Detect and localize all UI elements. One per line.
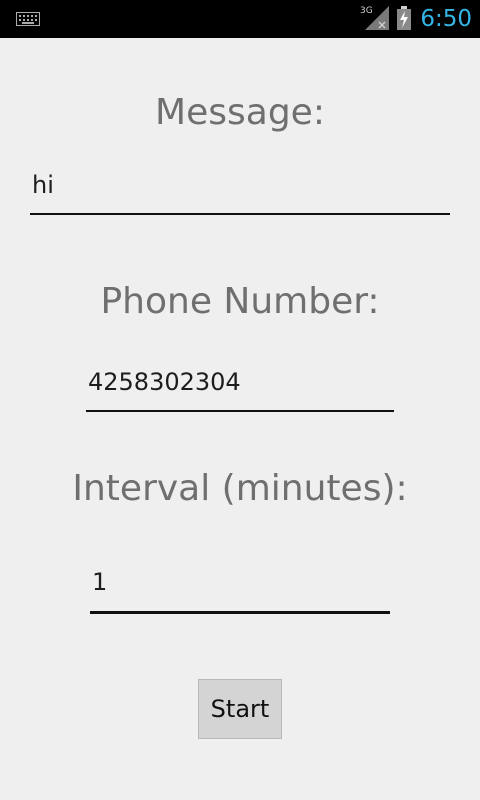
- phone-number-label: Phone Number:: [100, 281, 380, 322]
- battery-icon: [397, 6, 411, 30]
- signal-icon: [365, 6, 389, 30]
- phone-number-field[interactable]: 4258302304: [86, 367, 394, 412]
- message-field[interactable]: hi: [30, 170, 450, 215]
- message-label: Message:: [155, 92, 325, 133]
- status-bar: 3G 6:50: [0, 0, 480, 38]
- interval-field[interactable]: 1: [90, 567, 390, 614]
- keyboard-icon: [16, 12, 40, 26]
- status-clock: 6:50: [420, 6, 472, 32]
- interval-label: Interval (minutes):: [72, 468, 408, 509]
- start-button[interactable]: Start: [198, 679, 282, 739]
